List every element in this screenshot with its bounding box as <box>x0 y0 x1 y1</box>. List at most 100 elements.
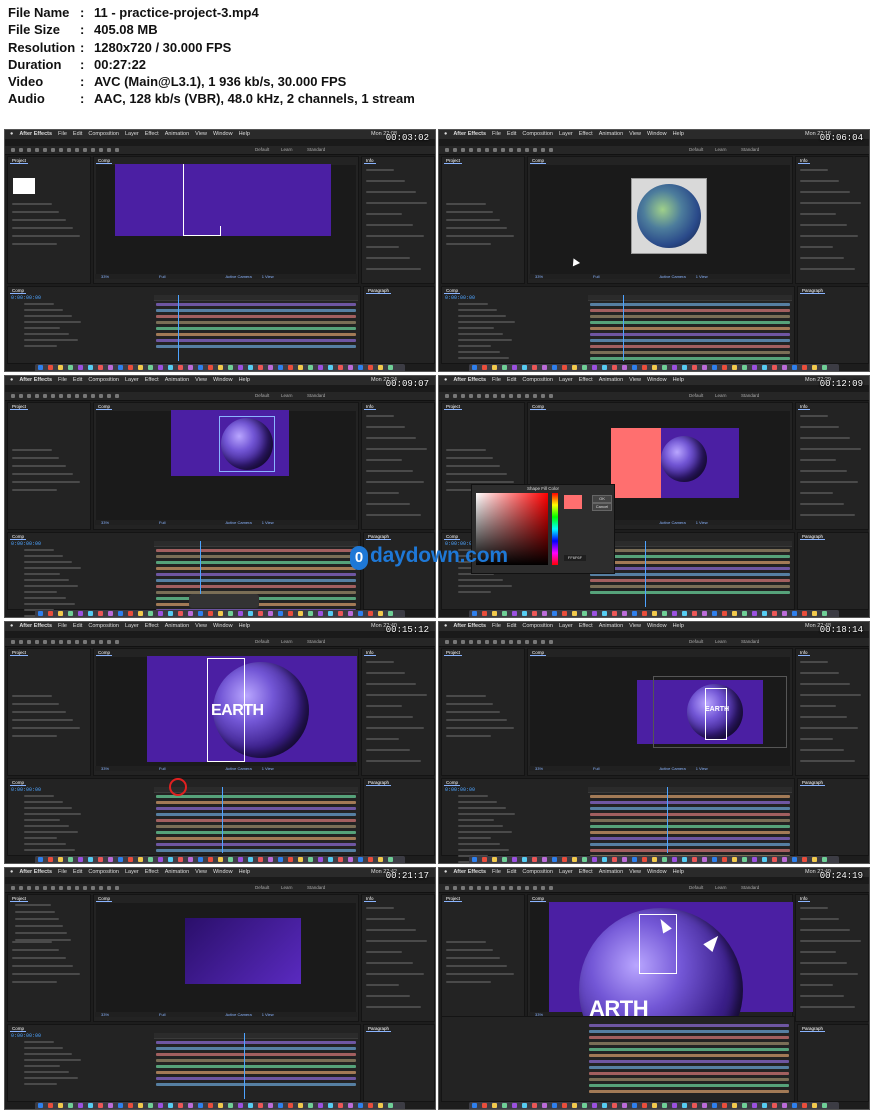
menu-item[interactable]: Edit <box>73 869 82 875</box>
dock-app-icon[interactable] <box>258 365 263 370</box>
layer-duration-bar[interactable] <box>156 1071 356 1074</box>
dock-app-icon[interactable] <box>188 365 193 370</box>
menu-item[interactable]: Animation <box>599 377 623 383</box>
dock-app-icon[interactable] <box>278 857 283 862</box>
paragraph-tab[interactable]: Paragraph <box>366 288 392 294</box>
dock-app-icon[interactable] <box>198 611 203 616</box>
workspace-tab[interactable]: Learn <box>281 639 293 645</box>
tool-icon[interactable] <box>75 886 79 890</box>
dock-app-icon[interactable] <box>188 611 193 616</box>
menu-item[interactable]: Layer <box>559 131 573 137</box>
dock-app-icon[interactable] <box>168 365 173 370</box>
dock-app-icon[interactable] <box>268 1103 273 1108</box>
dock-app-icon[interactable] <box>622 1103 627 1108</box>
tool-icon[interactable] <box>51 394 55 398</box>
dock-app-icon[interactable] <box>328 611 333 616</box>
layer-name[interactable] <box>24 573 60 575</box>
effect-control-row[interactable] <box>15 925 63 927</box>
layer-name[interactable] <box>458 813 515 815</box>
playhead[interactable] <box>244 1033 245 1099</box>
menu-item[interactable]: View <box>195 869 207 875</box>
dock-app-icon[interactable] <box>522 1103 527 1108</box>
dock-app-icon[interactable] <box>68 857 73 862</box>
dock-app-icon[interactable] <box>88 1103 93 1108</box>
workspace-tab[interactable]: Standard <box>307 393 325 399</box>
layer-duration-bar[interactable] <box>156 1053 356 1056</box>
tool-icon[interactable] <box>43 148 47 152</box>
dock-app-icon[interactable] <box>328 1103 333 1108</box>
tool-icon[interactable] <box>517 148 521 152</box>
dock-app-icon[interactable] <box>298 1103 303 1108</box>
playhead[interactable] <box>178 295 179 361</box>
dock-app-icon[interactable] <box>652 611 657 616</box>
camera-dropdown[interactable]: Active Camera <box>659 520 685 525</box>
tool-icon[interactable] <box>19 886 23 890</box>
menu-item[interactable]: Help <box>673 377 684 383</box>
tool-icon[interactable] <box>541 886 545 890</box>
tool-icon[interactable] <box>477 640 481 644</box>
layer-name[interactable] <box>24 795 54 797</box>
workspace-tab[interactable]: Default <box>255 147 269 153</box>
tool-icon[interactable] <box>43 886 47 890</box>
timecode[interactable]: 0:00:00:00 <box>445 787 475 793</box>
timeline-tab[interactable]: Comp <box>444 534 461 540</box>
layer-duration-bar[interactable] <box>156 579 356 582</box>
project-item[interactable] <box>12 695 52 697</box>
dock-app-icon[interactable] <box>338 611 343 616</box>
layer-duration-bar[interactable] <box>156 1047 356 1050</box>
tool-icon[interactable] <box>485 148 489 152</box>
dock-app-icon[interactable] <box>792 365 797 370</box>
layer-duration-bar[interactable] <box>589 1066 789 1069</box>
dock-app-icon[interactable] <box>752 365 757 370</box>
dock-app-icon[interactable] <box>542 1103 547 1108</box>
layer-name[interactable] <box>24 1071 69 1073</box>
layer-duration-bar[interactable] <box>590 849 790 852</box>
dock-app-icon[interactable] <box>188 1103 193 1108</box>
menu-item[interactable]: Composition <box>88 131 119 137</box>
project-item[interactable] <box>446 211 493 213</box>
layer-duration-bar[interactable] <box>156 549 356 552</box>
tool-icon[interactable] <box>469 640 473 644</box>
tool-icon[interactable] <box>115 640 119 644</box>
tool-icon[interactable] <box>67 148 71 152</box>
composition-tab[interactable]: Comp <box>96 158 113 164</box>
dock-app-icon[interactable] <box>338 1103 343 1108</box>
dock-app-icon[interactable] <box>248 857 253 862</box>
dock-app-icon[interactable] <box>218 365 223 370</box>
dock-app-icon[interactable] <box>378 1103 383 1108</box>
project-item[interactable] <box>12 973 80 975</box>
dock-app-icon[interactable] <box>752 611 757 616</box>
views-dropdown[interactable]: 1 View <box>262 1012 274 1017</box>
tool-icon[interactable] <box>11 148 15 152</box>
views-dropdown[interactable]: 1 View <box>262 274 274 279</box>
menu-item[interactable]: Help <box>673 131 684 137</box>
dock-app-icon[interactable] <box>328 857 333 862</box>
dock-app-icon[interactable] <box>792 857 797 862</box>
timecode[interactable]: 0:00:00:00 <box>445 295 475 301</box>
project-item[interactable] <box>446 703 493 705</box>
dock-app-icon[interactable] <box>722 611 727 616</box>
dock-app-icon[interactable] <box>782 611 787 616</box>
dock-app-icon[interactable] <box>148 857 153 862</box>
dock-app-icon[interactable] <box>208 857 213 862</box>
camera-dropdown[interactable]: Active Camera <box>225 520 251 525</box>
dock-app-icon[interactable] <box>118 857 123 862</box>
project-item[interactable] <box>12 457 59 459</box>
tool-icon[interactable] <box>485 640 489 644</box>
menu-item[interactable]: File <box>58 623 67 629</box>
tool-icon[interactable] <box>51 148 55 152</box>
dock-app-icon[interactable] <box>552 1103 557 1108</box>
tool-icon[interactable] <box>11 640 15 644</box>
tool-icon[interactable] <box>99 394 103 398</box>
menu-item[interactable]: Help <box>239 131 250 137</box>
project-item[interactable] <box>446 957 500 959</box>
tool-icon[interactable] <box>19 640 23 644</box>
project-item[interactable] <box>12 981 57 983</box>
layer-duration-bar[interactable] <box>590 819 790 822</box>
project-tab[interactable]: Project <box>10 158 29 164</box>
dock-app-icon[interactable] <box>48 1103 53 1108</box>
menu-item[interactable]: File <box>492 131 501 137</box>
project-item[interactable] <box>446 695 486 697</box>
dock-app-icon[interactable] <box>602 857 607 862</box>
tool-icon[interactable] <box>517 640 521 644</box>
